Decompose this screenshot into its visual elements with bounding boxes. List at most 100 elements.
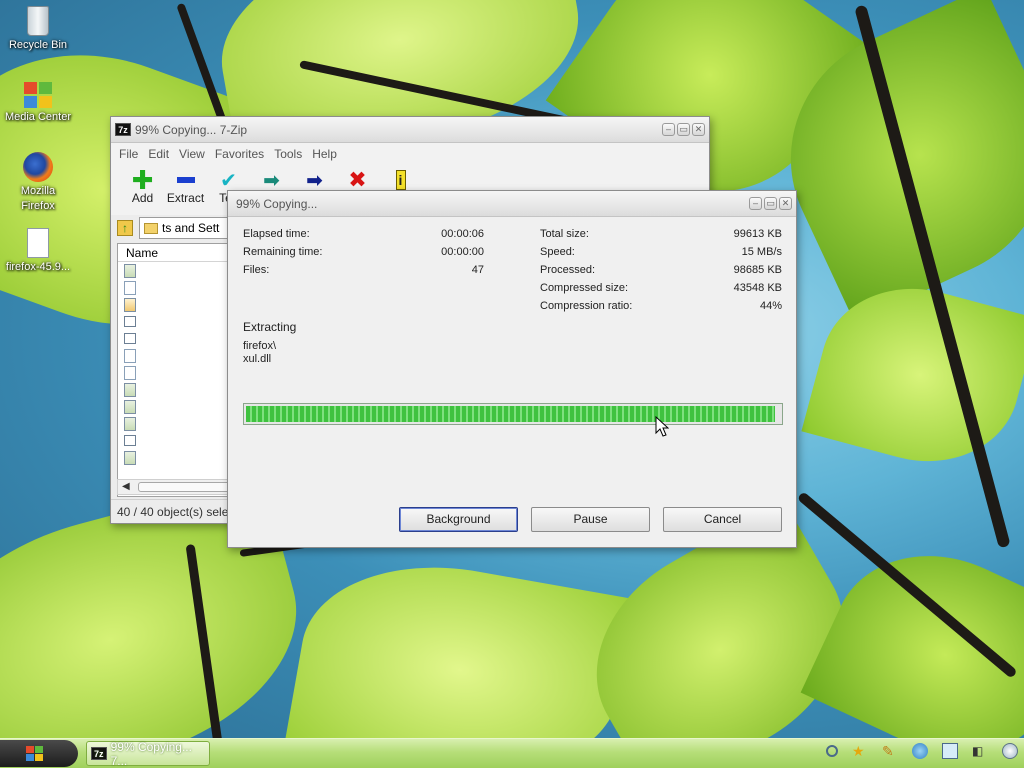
dialog-body: Elapsed time: 00:00:06 Remaining time: 0… <box>228 217 796 547</box>
total-size-label: Total size: <box>540 228 589 240</box>
settings-file-icon <box>124 297 136 312</box>
files-value: 47 <box>471 264 484 276</box>
file-icon <box>124 365 136 380</box>
tray-display-icon[interactable] <box>942 743 958 759</box>
remaining-time-label: Remaining time: <box>243 246 323 258</box>
tray-search-icon[interactable] <box>826 745 838 757</box>
compression-ratio-label: Compression ratio: <box>540 300 633 312</box>
background-button[interactable]: Background <box>399 507 518 532</box>
windows-media-center-icon <box>24 82 52 108</box>
tray-volume-icon[interactable]: ◧ <box>972 743 988 759</box>
menu-bar: File Edit View Favorites Tools Help <box>111 143 709 165</box>
recycle-bin-icon <box>27 6 49 36</box>
system-tray: ★ ✎ ◧ <box>826 743 1018 759</box>
cancel-button[interactable]: Cancel <box>663 507 782 532</box>
extract-button[interactable]: Extract <box>164 165 207 215</box>
windows-logo-icon <box>26 745 44 762</box>
mouse-cursor-icon <box>655 416 669 437</box>
desktop-icon-label: Recycle Bin <box>8 39 68 51</box>
total-size-value: 99613 KB <box>733 228 782 240</box>
desktop-icon-media-center[interactable]: Media Center <box>0 82 76 125</box>
scroll-left-arrow-icon[interactable]: ◀ <box>122 480 130 494</box>
dll-file-icon <box>124 416 136 431</box>
taskbar: 7z 99% Copying... 7... ★ ✎ ◧ <box>0 738 1024 768</box>
add-button[interactable]: ✚ Add <box>121 165 164 215</box>
processed-value: 98685 KB <box>733 264 782 276</box>
dll-file-icon <box>124 263 136 278</box>
dialog-titlebar[interactable]: 99% Copying... – ▭ ✕ <box>228 191 796 217</box>
dialog-title: 99% Copying... <box>236 196 318 211</box>
progress-bar-fill <box>246 406 775 422</box>
desktop-icon-recycle-bin[interactable]: Recycle Bin <box>0 6 76 53</box>
dialog-close-button[interactable]: ✕ <box>779 197 792 210</box>
copying-progress-dialog: 99% Copying... – ▭ ✕ Elapsed time: 00:00… <box>227 190 797 548</box>
dll-file-icon <box>124 399 136 414</box>
tray-star-icon[interactable]: ★ <box>852 743 868 759</box>
menu-view[interactable]: View <box>179 147 205 161</box>
compression-ratio-value: 44% <box>759 300 782 312</box>
desktop-icon-firefox-archive[interactable]: firefox-45.9... <box>0 228 76 275</box>
menu-tools[interactable]: Tools <box>274 147 302 161</box>
window-file-icon <box>124 316 136 327</box>
menu-edit[interactable]: Edit <box>148 147 169 161</box>
folder-icon <box>144 222 158 234</box>
start-button[interactable] <box>0 740 78 767</box>
wallpaper-leaf <box>800 520 1024 738</box>
dialog-minimize-button[interactable]: – <box>749 197 762 210</box>
progress-bar <box>243 403 783 425</box>
menu-help[interactable]: Help <box>312 147 337 161</box>
window-file-icon <box>124 435 136 446</box>
main-window-title: 99% Copying... 7-Zip <box>135 122 248 137</box>
desktop-icon-label: Mozilla Firefox <box>20 185 56 212</box>
pause-button[interactable]: Pause <box>531 507 650 532</box>
address-text: ts and Sett <box>162 221 220 235</box>
extract-button-label: Extract <box>166 191 205 205</box>
elapsed-time-label: Elapsed time: <box>243 228 310 240</box>
desktop-icon-label: firefox-45.9... <box>5 261 71 273</box>
wallpaper-leaf <box>801 267 1024 483</box>
info-icon: i <box>379 169 422 191</box>
delete-icon: ✖ <box>348 167 367 192</box>
taskbar-item-label: 99% Copying... 7... <box>110 739 192 768</box>
maximize-button[interactable]: ▭ <box>677 123 690 136</box>
compressed-size-value: 43548 KB <box>733 282 782 294</box>
tray-tools-icon[interactable]: ✎ <box>882 743 898 759</box>
file-icon <box>124 280 136 295</box>
scroll-thumb[interactable] <box>138 482 238 492</box>
up-folder-icon[interactable]: ↑ <box>117 220 133 236</box>
current-file: xul.dll <box>243 353 272 365</box>
menu-file[interactable]: File <box>119 147 138 161</box>
move-arrow-icon: ➡ <box>306 169 323 192</box>
dll-file-icon <box>124 450 136 465</box>
tray-network-icon[interactable] <box>912 743 928 759</box>
remaining-time-value: 00:00:00 <box>441 246 484 258</box>
desktop-icon-firefox[interactable]: Mozilla Firefox <box>0 152 76 214</box>
main-titlebar[interactable]: 7z 99% Copying... 7-Zip – ▭ ✕ <box>111 117 709 143</box>
dialog-maximize-button[interactable]: ▭ <box>764 197 777 210</box>
files-label: Files: <box>243 264 270 276</box>
desktop-icon-label: Media Center <box>4 111 72 123</box>
tray-clock-icon[interactable] <box>1002 743 1018 759</box>
dll-file-icon <box>124 382 136 397</box>
processed-label: Processed: <box>540 264 596 276</box>
elapsed-time-value: 00:00:06 <box>441 228 484 240</box>
current-path: firefox\ <box>243 340 277 352</box>
close-button[interactable]: ✕ <box>692 123 705 136</box>
window-file-icon <box>124 333 136 344</box>
7zip-app-icon: 7z <box>115 123 131 136</box>
speed-value: 15 MB/s <box>741 246 782 258</box>
operation-label: Extracting <box>243 320 297 334</box>
menu-favorites[interactable]: Favorites <box>215 147 264 161</box>
firefox-icon <box>23 152 53 182</box>
compressed-size-label: Compressed size: <box>540 282 629 294</box>
minus-icon <box>164 169 207 191</box>
wallpaper-leaf <box>285 543 635 738</box>
document-icon <box>27 228 49 258</box>
check-icon: ✔ <box>220 169 237 192</box>
add-button-label: Add <box>131 191 154 205</box>
plus-icon: ✚ <box>131 164 154 195</box>
file-icon <box>124 348 136 363</box>
taskbar-item-7zip[interactable]: 7z 99% Copying... 7... <box>86 739 210 768</box>
minimize-button[interactable]: – <box>662 123 675 136</box>
copy-arrow-icon: ➡ <box>263 169 280 192</box>
